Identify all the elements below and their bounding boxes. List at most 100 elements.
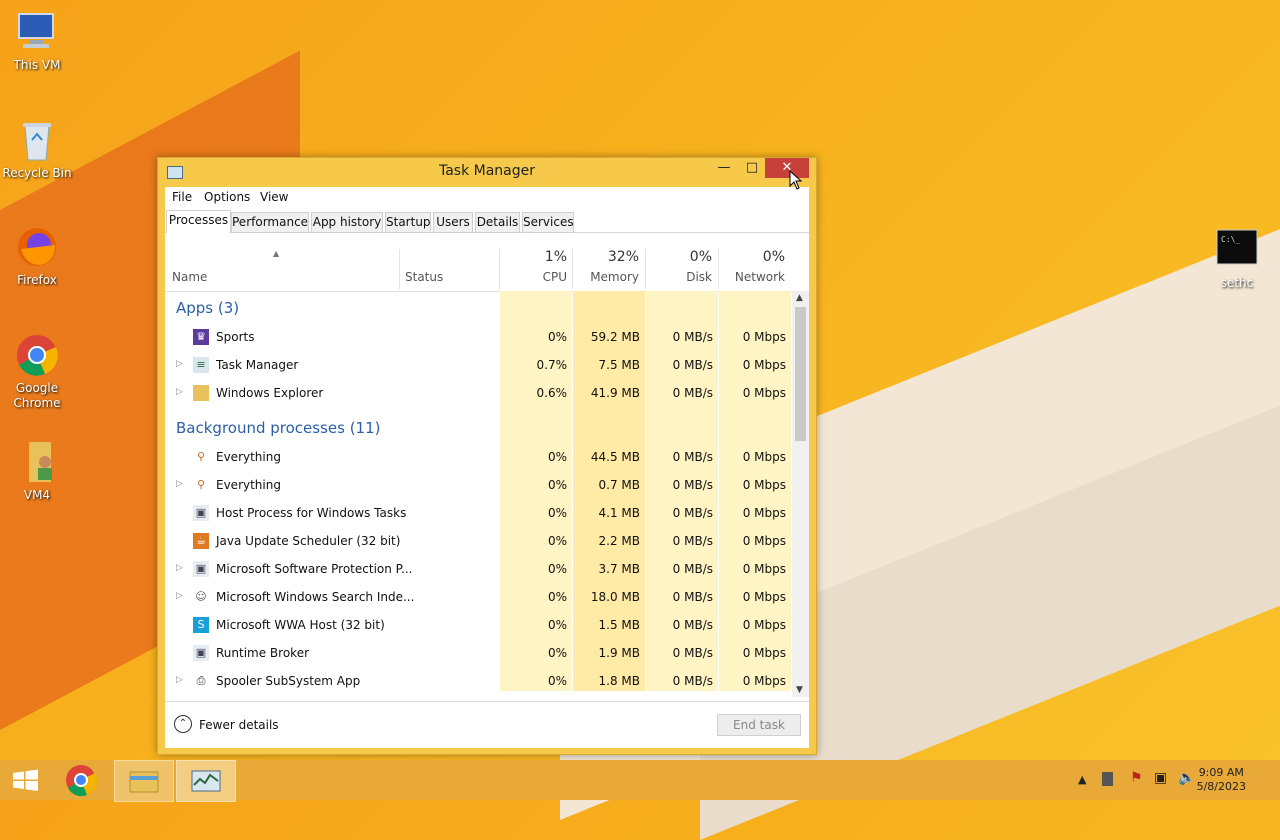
- cell-network: 0 Mbps: [742, 358, 786, 372]
- desktop-icon-label: This VM: [13, 58, 61, 72]
- process-row[interactable]: ▷ ≡ Task Manager 0.7% 7.5 MB 0 MB/s 0 Mbps: [165, 351, 792, 379]
- expand-chevron-icon[interactable]: ▷: [176, 387, 183, 397]
- desktop-icon-label: Google Chrome: [13, 381, 61, 410]
- vertical-scrollbar[interactable]: ▲ ▼: [792, 291, 809, 697]
- tab-users[interactable]: Users: [433, 212, 473, 233]
- search-person-icon: ☺: [195, 590, 207, 603]
- expand-chevron-icon[interactable]: ▷: [176, 479, 183, 489]
- process-row[interactable]: ♛ Sports 0% 59.2 MB 0 MB/s 0 Mbps: [165, 323, 792, 351]
- tab-processes[interactable]: Processes: [166, 210, 231, 234]
- desktop-icon-firefox[interactable]: Firefox: [0, 225, 74, 288]
- expand-chevron-icon[interactable]: ▷: [176, 563, 183, 573]
- end-task-button[interactable]: End task: [717, 714, 801, 736]
- cell-cpu: 0%: [547, 450, 567, 464]
- taskbar-task-manager[interactable]: [176, 760, 236, 802]
- menu-view[interactable]: View: [260, 190, 288, 204]
- cell-memory: 1.9 MB: [598, 646, 640, 660]
- cell-cpu: 0%: [547, 590, 567, 604]
- maximize-button[interactable]: □: [739, 158, 765, 178]
- cell-cpu: 0%: [547, 646, 567, 660]
- clock[interactable]: 9:09 AM 5/8/2023: [1197, 766, 1246, 794]
- expand-chevron-icon[interactable]: ▷: [176, 359, 183, 369]
- process-row[interactable]: ▷ ⎙ Spooler SubSystem App 0% 1.8 MB 0 MB/s 0 M…: [165, 667, 792, 691]
- network-icon[interactable]: ▣: [1154, 770, 1167, 786]
- window-process-icon: ▣: [193, 561, 209, 577]
- expand-chevron-icon[interactable]: ▷: [176, 591, 183, 601]
- cell-network: 0 Mbps: [742, 534, 786, 548]
- desktop-icon-sethc[interactable]: C:\_ sethc: [1200, 228, 1274, 291]
- tray-app-icon[interactable]: [1102, 772, 1113, 786]
- cell-network: 0 Mbps: [742, 330, 786, 344]
- tab-services[interactable]: Services: [522, 212, 574, 233]
- tab-app-history[interactable]: App history: [311, 212, 383, 233]
- tab-startup[interactable]: Startup: [385, 212, 431, 233]
- cell-disk: 0 MB/s: [672, 562, 713, 576]
- expand-chevron-icon[interactable]: ▷: [176, 675, 183, 685]
- taskbar-file-explorer[interactable]: [114, 760, 174, 802]
- process-row[interactable]: ▷ Windows Explorer 0.6% 41.9 MB 0 MB/s 0 Mbps: [165, 379, 792, 407]
- process-row[interactable]: S Microsoft WWA Host (32 bit) 0% 1.5 MB 0 MB…: [165, 611, 792, 639]
- show-hidden-icons-icon[interactable]: ▲: [1078, 773, 1086, 786]
- process-name: Spooler SubSystem App: [216, 674, 361, 688]
- title-bar[interactable]: Task Manager — □ ✕: [158, 158, 816, 186]
- cell-disk: 0 MB/s: [672, 506, 713, 520]
- process-name: Windows Explorer: [216, 386, 324, 400]
- tab-details[interactable]: Details: [475, 212, 520, 233]
- cell-memory: 44.5 MB: [590, 450, 640, 464]
- folder-user-icon: [15, 440, 59, 484]
- scroll-thumb[interactable]: [795, 307, 806, 441]
- column-divider: [572, 249, 573, 289]
- desktop-icon-recycle-bin[interactable]: Recycle Bin: [0, 118, 74, 181]
- cell-network: 0 Mbps: [742, 674, 786, 688]
- process-row[interactable]: ⚲ Everything 0% 44.5 MB 0 MB/s 0 Mbps: [165, 443, 792, 471]
- footer-bar: ⌃ Fewer details End task: [165, 701, 809, 748]
- minimize-button[interactable]: —: [711, 158, 737, 178]
- cell-network: 0 Mbps: [742, 450, 786, 464]
- process-row[interactable]: ▷ ▣ Microsoft Software Protection P... 0% 3.…: [165, 555, 792, 583]
- column-network[interactable]: Network: [723, 270, 785, 284]
- action-center-flag-icon[interactable]: ⚑: [1130, 770, 1143, 786]
- process-row[interactable]: ▷ ⚲ Everything 0% 0.7 MB 0 MB/s 0 Mbps: [165, 471, 792, 499]
- taskbar-chrome[interactable]: [56, 760, 106, 800]
- desktop-icon-google-chrome[interactable]: Google Chrome: [0, 333, 74, 411]
- fewer-details-link[interactable]: Fewer details: [199, 718, 279, 732]
- column-memory[interactable]: Memory: [577, 270, 639, 284]
- chevron-up-icon[interactable]: ⌃: [174, 715, 192, 733]
- process-name: Microsoft Windows Search Inde...: [216, 590, 415, 604]
- process-row[interactable]: ▣ Host Process for Windows Tasks 0% 4.1 MB 0…: [165, 499, 792, 527]
- cell-memory: 41.9 MB: [590, 386, 640, 400]
- window-content: File Options View Processes Performance …: [165, 187, 809, 748]
- column-name[interactable]: Name: [172, 270, 207, 284]
- column-cpu[interactable]: CPU: [505, 270, 567, 284]
- start-button[interactable]: [0, 760, 50, 800]
- firefox-icon: [15, 225, 59, 269]
- scroll-down-icon[interactable]: ▼: [796, 685, 803, 695]
- cell-cpu: 0%: [547, 674, 567, 688]
- folder-icon: [193, 385, 209, 401]
- column-divider: [718, 249, 719, 289]
- recycle-bin-icon: [15, 118, 59, 162]
- cell-disk: 0 MB/s: [672, 450, 713, 464]
- task-manager-window: Task Manager — □ ✕ File Options View Pro…: [157, 157, 817, 755]
- menu-file[interactable]: File: [172, 190, 192, 204]
- process-row[interactable]: ▷ ☺ Microsoft Windows Search Inde... 0% 18.0…: [165, 583, 792, 611]
- cell-disk: 0 MB/s: [672, 646, 713, 660]
- cpu-total-pct: 1%: [544, 249, 567, 265]
- volume-muted-icon[interactable]: 🔈: [1178, 770, 1195, 786]
- cell-cpu: 0%: [547, 506, 567, 520]
- magnifier-icon: ⚲: [196, 478, 206, 491]
- process-row[interactable]: ▣ Runtime Broker 0% 1.9 MB 0 MB/s 0 Mbps: [165, 639, 792, 667]
- menu-options[interactable]: Options: [204, 190, 250, 204]
- desktop-icon-this-vm[interactable]: This VM: [0, 10, 74, 73]
- column-disk[interactable]: Disk: [650, 270, 712, 284]
- process-name: Host Process for Windows Tasks: [216, 506, 407, 520]
- process-row[interactable]: ☕ Java Update Scheduler (32 bit) 0% 2.2 MB 0…: [165, 527, 792, 555]
- desktop-icon-vm4[interactable]: VM4: [0, 440, 74, 503]
- computer-icon: [15, 10, 59, 54]
- column-status[interactable]: Status: [405, 270, 443, 284]
- task-manager-icon: [191, 770, 221, 792]
- tab-performance[interactable]: Performance: [231, 212, 309, 233]
- cell-cpu: 0%: [547, 618, 567, 632]
- cell-network: 0 Mbps: [742, 478, 786, 492]
- scroll-up-icon[interactable]: ▲: [796, 293, 803, 303]
